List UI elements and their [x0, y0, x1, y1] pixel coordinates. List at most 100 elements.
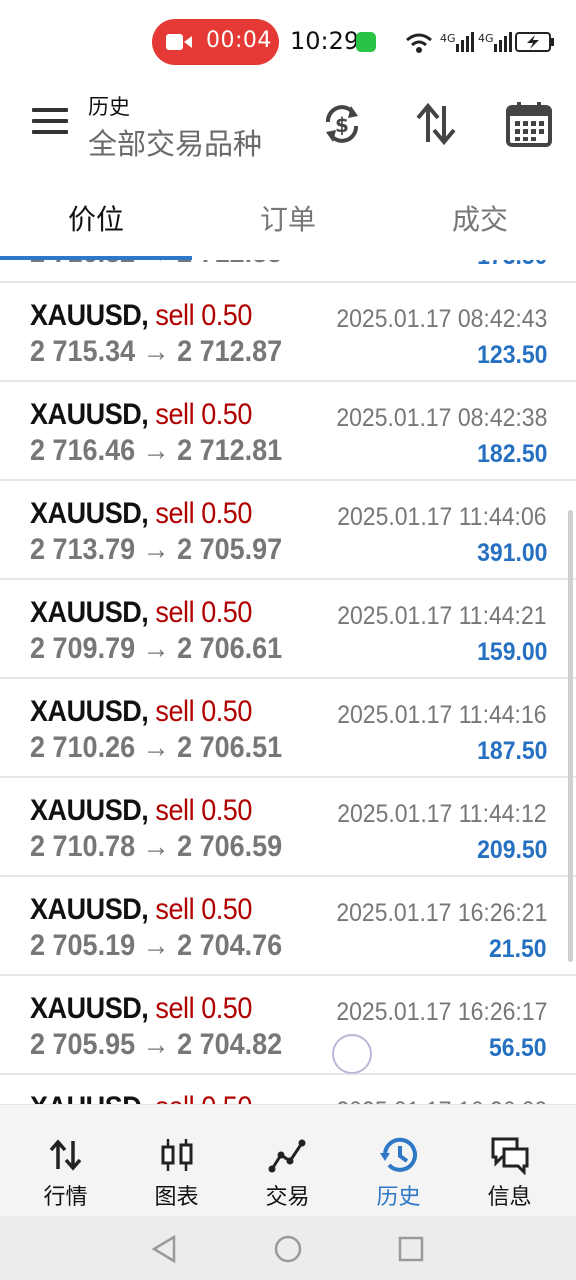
trade-row[interactable]: XAUUSD, sell 0.50 2 715.34 → 2 712.87 2025… — [0, 283, 576, 382]
trade-prices: 2 705.19 → 2 704.76 — [30, 929, 283, 962]
trade-time: 2025.01.17 11:44:16 — [337, 701, 547, 729]
bottom-navigation: 行情 图表 交易 历史 信息 — [0, 1104, 576, 1216]
trade-symbol: XAUUSD, sell 0.50 — [30, 398, 252, 432]
chart-icon — [161, 1139, 193, 1171]
touch-indicator — [332, 1034, 372, 1074]
recents-icon[interactable] — [396, 1234, 426, 1264]
symbol-label: XAUUSD, — [30, 695, 149, 728]
trade-side: sell 0.50 — [155, 398, 252, 431]
trade-row[interactable]: XAUUSD, sell 0.50 2 705.95 → 2 704.82 2025… — [0, 976, 576, 1075]
nav-messages[interactable]: 信息 — [452, 1105, 567, 1217]
trade-side: sell 0.50 — [155, 992, 252, 1025]
trade-row[interactable]: XAUUSD, sell 0.50 2 713.79 → 2 705.97 2025… — [0, 481, 576, 580]
trade-side: sell 0.50 — [155, 695, 252, 728]
back-icon[interactable] — [150, 1234, 180, 1264]
trade-row[interactable]: XAUUSD, sell 0.502 716.32 → 2 712.852025… — [0, 260, 576, 283]
symbol-label: XAUUSD, — [30, 992, 149, 1025]
recording-time: 00:04 — [206, 28, 272, 53]
nav-label: 图表 — [154, 1185, 199, 1210]
trade-prices: 2 709.79 → 2 706.61 — [30, 632, 283, 665]
trade-side: sell 0.50 — [155, 497, 252, 530]
symbol-label: XAUUSD, — [30, 497, 149, 530]
trade-profit: 182.50 — [476, 440, 547, 468]
svg-text:$: $ — [335, 113, 349, 137]
nav-history[interactable]: 历史 — [341, 1105, 456, 1217]
currency-exchange-icon[interactable]: $ — [318, 100, 366, 148]
trade-time: 2025.01.17 11:44:12 — [337, 800, 547, 828]
trade-symbol: XAUUSD, sell 0.50 — [30, 1091, 252, 1104]
page-title: 历史 — [88, 95, 130, 119]
video-camera-icon — [166, 34, 192, 50]
trade-time: 2025.01.17 08:42:38 — [335, 404, 547, 432]
symbol-label: XAUUSD, — [30, 398, 149, 431]
trade-time: 2025.01.17 11:44:21 — [337, 602, 547, 630]
trade-side: sell 0.50 — [155, 596, 252, 629]
trade-prices: 2 715.34 → 2 712.87 — [30, 335, 283, 368]
trade-profit: 21.50 — [489, 935, 547, 963]
signal-icon — [456, 32, 474, 52]
home-icon[interactable] — [273, 1234, 303, 1264]
trade-profit: 187.50 — [476, 737, 547, 765]
nav-label: 交易 — [265, 1185, 310, 1210]
tab-orders[interactable]: 订单 — [192, 198, 384, 238]
trade-row[interactable]: XAUUSD, sell 0.50 2 705.19 → 2 704.76 2025… — [0, 877, 576, 976]
trade-side: sell 0.50 — [155, 794, 252, 827]
battery-icon — [515, 32, 554, 52]
network-label: 4G — [478, 32, 494, 45]
nav-trade[interactable]: 交易 — [230, 1105, 345, 1217]
trade-profit: 209.50 — [476, 836, 547, 864]
trade-time: 2025.01.17 11:44:06 — [337, 503, 547, 531]
network-label: 4G — [440, 32, 456, 45]
signal-icon — [494, 32, 512, 52]
system-status-icons: 4G 4G — [406, 32, 554, 53]
trade-symbol: XAUUSD, sell 0.50 — [30, 299, 252, 333]
nav-label: 历史 — [376, 1185, 421, 1210]
trade-row[interactable]: XAUUSD, sell 0.50 2 709.79 → 2 706.61 2025… — [0, 580, 576, 679]
trade-row[interactable]: XAUUSD, sell 0.50 2 716.46 → 2 712.81 2025… — [0, 382, 576, 481]
trade-profit: 159.00 — [476, 638, 547, 666]
trade-time: 2025.01.17 16:26:17 — [335, 998, 547, 1026]
tab-positions[interactable]: 价位 — [0, 198, 192, 238]
trade-row[interactable]: XAUUSD, sell 0.502 706.00 → 2 705.002025… — [0, 1075, 576, 1104]
scrollbar[interactable] — [568, 510, 573, 962]
tab-bar: 价位 订单 成交 — [0, 180, 576, 260]
messages-icon — [491, 1137, 529, 1175]
trade-prices: 2 710.26 → 2 706.51 — [30, 731, 283, 764]
symbol-label: XAUUSD, — [30, 794, 149, 827]
menu-icon[interactable] — [32, 108, 68, 138]
trade-profit: 56.50 — [489, 1034, 547, 1062]
wifi-icon — [406, 33, 432, 53]
symbol-label: XAUUSD, — [30, 1091, 149, 1104]
trade-row[interactable]: XAUUSD, sell 0.50 2 710.78 → 2 706.59 2025… — [0, 778, 576, 877]
nav-label: 信息 — [487, 1185, 532, 1210]
system-navigation-bar — [0, 1216, 576, 1280]
wechat-notification-icon — [356, 32, 376, 52]
sort-icon[interactable] — [412, 100, 460, 148]
trade-symbol: XAUUSD, sell 0.50 — [30, 596, 252, 630]
trade-row[interactable]: XAUUSD, sell 0.50 2 710.26 → 2 706.51 2025… — [0, 679, 576, 778]
trade-side: sell 0.50 — [155, 299, 252, 332]
trade-symbol: XAUUSD, sell 0.50 — [30, 695, 252, 729]
trade-prices: 2 705.95 → 2 704.82 — [30, 1028, 283, 1061]
symbol-filter[interactable]: 全部交易品种 — [88, 121, 262, 163]
trade-icon — [268, 1139, 306, 1173]
trade-prices: 2 716.32 → 2 712.85 — [30, 260, 282, 270]
symbol-label: XAUUSD, — [30, 299, 149, 332]
nav-quotes[interactable]: 行情 — [8, 1105, 123, 1217]
trade-prices: 2 710.78 → 2 706.59 — [30, 830, 283, 863]
tab-deals[interactable]: 成交 — [384, 198, 576, 238]
trade-profit: 123.50 — [476, 341, 547, 369]
nav-chart[interactable]: 图表 — [119, 1105, 234, 1217]
trade-time: 2025.01.17 16:26:09 — [336, 1097, 547, 1104]
trade-prices: 2 716.46 → 2 712.81 — [30, 434, 283, 467]
clock: 10:29 — [290, 27, 360, 55]
screen-recording-indicator[interactable]: 00:04 — [152, 19, 279, 65]
trade-time: 2025.01.17 08:42:43 — [335, 305, 547, 333]
quotes-icon — [49, 1139, 82, 1171]
trade-symbol: XAUUSD, sell 0.50 — [30, 497, 252, 531]
calendar-icon[interactable] — [505, 100, 553, 148]
trade-time: 2025.01.17 16:26:21 — [335, 899, 547, 927]
trade-side: sell 0.50 — [155, 1091, 252, 1104]
trade-symbol: XAUUSD, sell 0.50 — [30, 893, 252, 927]
trade-history-list[interactable]: XAUUSD, sell 0.50 2 716.32 → 2 712.85 2025… — [0, 260, 576, 1104]
